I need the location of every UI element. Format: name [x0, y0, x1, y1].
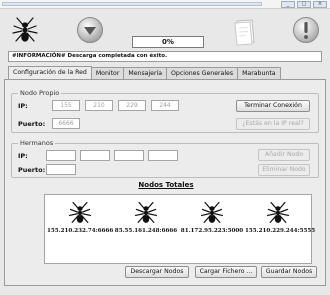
nodos-list[interactable]: 155.210.232.74:6666 85.55.161.248:6666 8…	[44, 194, 316, 264]
port-label: Puerto:	[18, 166, 46, 174]
download-arrow-icon[interactable]	[76, 16, 104, 46]
info-message-bar: #INFORMACIÓN# Descarga completada con éx…	[8, 51, 322, 62]
peer-ip-octet-4[interactable]	[148, 150, 178, 161]
ip-label: IP:	[18, 102, 28, 110]
ip-label: IP:	[18, 152, 28, 160]
ant-logo-icon	[10, 14, 40, 46]
terminar-conexion-button[interactable]: Terminar Conexión	[236, 100, 310, 112]
node-ip-label: 81.172.95.223:5000	[180, 228, 244, 234]
tab-marabunta[interactable]: Marabunta	[237, 67, 281, 79]
close-button[interactable]: ×	[313, 1, 327, 8]
guardar-nodos-button[interactable]: Guardar Nodos	[261, 266, 317, 278]
eliminar-nodo-button[interactable]: Eliminar Nodo	[258, 164, 310, 176]
progress-bar: 0%	[132, 36, 204, 48]
own-port-field[interactable]: 6666	[52, 118, 80, 129]
title-bar-fill	[2, 2, 262, 6]
minimize-button[interactable]: _	[281, 1, 295, 8]
node-item[interactable]: 81.172.95.223:5000	[179, 199, 245, 234]
own-ip-octet-4[interactable]: 244	[151, 100, 179, 111]
peer-port-field[interactable]	[46, 164, 76, 175]
peer-ip-octet-3[interactable]	[114, 150, 144, 161]
nodos-totales-title: Nodos Totales	[138, 181, 194, 189]
ant-node-icon	[68, 201, 92, 224]
ant-node-icon	[134, 201, 158, 224]
node-ip-label: 155.210.232.74:6666	[47, 228, 114, 234]
tab-opciones-generales[interactable]: Opciones Generales	[166, 67, 239, 79]
port-label: Puerto:	[18, 120, 46, 128]
own-ip-octet-3[interactable]: 229	[118, 100, 146, 111]
ant-node-icon	[266, 201, 290, 224]
toolbar: 0%	[0, 10, 330, 50]
descargar-nodos-button[interactable]: Descargar Nodos	[125, 266, 189, 278]
peer-ip-octet-1[interactable]	[46, 150, 76, 161]
own-ip-octet-1[interactable]: 155	[52, 100, 80, 111]
node-ip-label: 155.210.229.244:5555	[245, 228, 316, 234]
anadir-nodo-button[interactable]: Añadir Nodo	[258, 149, 310, 161]
nodo-propio-group: Nodo Propio IP: 155 210 229 244 Puerto: …	[11, 89, 319, 133]
document-icon[interactable]	[232, 18, 256, 48]
estas-ip-real-button[interactable]: ¿Estás en la IP real?	[236, 118, 310, 130]
info-message: #INFORMACIÓN# Descarga completada con éx…	[12, 53, 168, 59]
cargar-fichero-button[interactable]: Cargar Fichero ...	[195, 266, 257, 278]
node-item[interactable]: 155.210.229.244:5555	[245, 199, 316, 234]
window-titlebar: _ □ ×	[0, 0, 330, 9]
tab-monitor[interactable]: Monitor	[90, 67, 125, 79]
peer-ip-octet-2[interactable]	[80, 150, 110, 161]
tab-configuracion-red[interactable]: Configuración de la Red	[8, 66, 92, 79]
nodo-propio-title: Nodo Propio	[18, 89, 62, 97]
hermanos-title: Hermanos	[18, 139, 56, 147]
ant-node-icon	[200, 201, 224, 224]
progress-text: 0%	[162, 38, 174, 46]
node-item[interactable]: 85.55.161.248:6666	[113, 199, 179, 234]
window-controls: _ □ ×	[281, 1, 327, 8]
node-ip-label: 85.55.161.248:6666	[114, 228, 178, 234]
tab-mensajeria[interactable]: Mensajería	[123, 67, 168, 79]
maximize-button[interactable]: □	[297, 1, 311, 8]
tab-bar: Configuración de la Red Monitor Mensajer…	[8, 66, 281, 79]
hermanos-group: Hermanos IP: Puerto: Añadir Nodo Elimina…	[11, 139, 319, 178]
own-ip-octet-2[interactable]: 210	[85, 100, 113, 111]
node-item[interactable]: 155.210.232.74:6666	[47, 199, 113, 234]
warning-exclamation-icon[interactable]	[292, 16, 320, 46]
tab-panel-configuracion-red: Nodo Propio IP: 155 210 229 244 Puerto: …	[4, 79, 326, 286]
